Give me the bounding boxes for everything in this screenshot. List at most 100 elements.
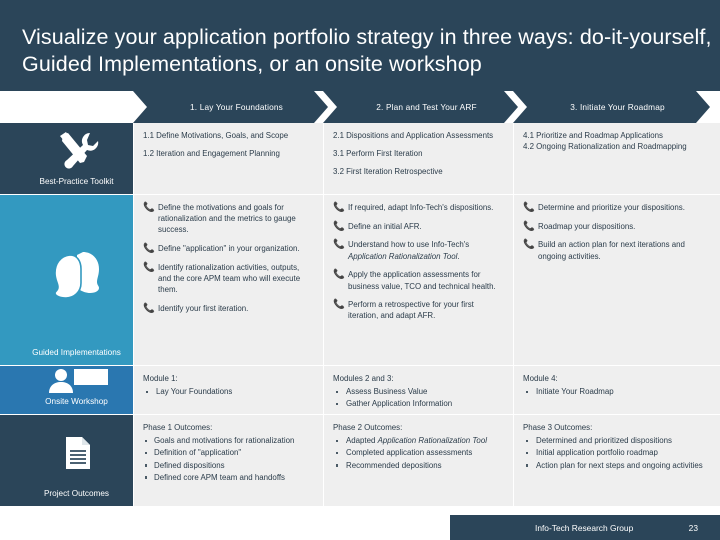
- outcome-heading: Phase 3 Outcomes:: [523, 423, 593, 432]
- module-heading: Modules 2 and 3:: [333, 374, 394, 383]
- toolkit-line: 2.1 Dispositions and Application Assessm…: [333, 131, 494, 140]
- tools-icon: [20, 123, 133, 177]
- list-item-emphasis: Application Rationalization Tool: [377, 436, 487, 446]
- list-item-emphasis: Application Rationalization Tool: [348, 251, 458, 261]
- toolkit-cell-phase3: 4.1 Prioritize and Roadmap Applications …: [514, 123, 720, 194]
- phase-chevron-2[interactable]: 2. Plan and Test Your ARF: [323, 91, 518, 123]
- phone-icon: 📞: [523, 220, 535, 232]
- list-item: Recommended depositions: [333, 460, 504, 471]
- list-item: Defined core APM team and handoffs: [143, 472, 314, 483]
- phone-icon: 📞: [333, 202, 345, 213]
- footer-company-name: Info-Tech Research Group: [535, 522, 634, 533]
- toolkit-line: 4.1 Prioritize and Roadmap Applications: [523, 131, 663, 140]
- list-item: Determined and prioritized dispositions: [523, 435, 711, 446]
- sidebar-item-label-guided: Guided Implementations: [32, 348, 121, 357]
- phone-icon: 📞: [523, 202, 535, 213]
- list-item-text: Define "application" in your organizatio…: [158, 244, 300, 254]
- presenter-whiteboard-icon: [20, 366, 133, 397]
- list-item-text: Define the motivations and goals for rat…: [158, 203, 296, 235]
- phone-icon: 📞: [143, 261, 155, 273]
- guided-cell-phase2: 📞 If required, adapt Info-Tech's disposit…: [324, 195, 513, 365]
- list-item-text: Identify rationalization activities, out…: [158, 262, 301, 295]
- list-item: Action plan for next steps and ongoing a…: [523, 460, 711, 471]
- phase-chevron-1[interactable]: 1. Lay Your Foundations: [133, 91, 328, 123]
- list-item-text: Apply the application assessments for bu…: [348, 270, 496, 291]
- sidebar-item-project-outcomes[interactable]: Project Outcomes: [20, 415, 133, 506]
- sidebar-strip-outcomes: [0, 415, 20, 506]
- sidebar-strip-guided: [0, 195, 20, 365]
- sidebar-item-best-practice-toolkit[interactable]: Best-Practice Toolkit: [20, 123, 133, 194]
- outcome-list: Goals and motivations for rationalizatio…: [143, 435, 314, 483]
- list-item-text: Determine and prioritize your dispositio…: [538, 203, 685, 212]
- list-item: Lay Your Foundations: [143, 386, 314, 397]
- list-item: 📞 Identify rationalization activities, ou…: [143, 262, 314, 296]
- slide-footer: Info-Tech Research Group 23: [450, 515, 720, 540]
- sidebar-strip-workshop: [0, 366, 20, 414]
- sidebar-item-onsite-workshop[interactable]: Onsite Workshop: [20, 366, 133, 414]
- workshop-cell-phase3: Module 4: Initiate Your Roadmap: [514, 366, 720, 414]
- footer-page-number: 23: [688, 522, 698, 533]
- list-item-text: Understand how to use Info-Tech's: [348, 240, 470, 250]
- module-list: Initiate Your Roadmap: [523, 386, 711, 397]
- phase-chevron-2-label: 2. Plan and Test Your ARF: [376, 102, 477, 112]
- list-item-text-tail: .: [457, 251, 460, 261]
- list-item: Adapted Application Rationalization Tool: [333, 435, 504, 446]
- list-item-text: Define an initial AFR.: [348, 221, 422, 231]
- toolkit-line: 1.2 Iteration and Engagement Planning: [143, 149, 280, 159]
- phone-icon: 📞: [143, 302, 155, 314]
- list-item: Initial application portfolio roadmap: [523, 447, 711, 458]
- workshop-cell-phase1: Module 1: Lay Your Foundations: [134, 366, 323, 414]
- workshop-cell-phase2: Modules 2 and 3: Assess Business Value G…: [324, 366, 513, 414]
- phase-chevron-1-label: 1. Lay Your Foundations: [190, 102, 283, 112]
- phone-icon: 📞: [333, 269, 345, 281]
- list-item: 📞 Define the motivations and goals for ra…: [143, 202, 314, 236]
- toolkit-line: 3.2 First Iteration Retrospective: [333, 167, 443, 177]
- slide: Visualize your application portfolio str…: [0, 0, 720, 540]
- sidebar-item-guided-implementations[interactable]: Guided Implementations: [20, 195, 133, 365]
- phase-matrix: Best-Practice Toolkit Guided Implementat…: [0, 123, 720, 506]
- phone-icon: 📞: [523, 239, 535, 251]
- list-item: 📞 Determine and prioritize your dispositi…: [523, 202, 711, 213]
- outcomes-cell-phase3: Phase 3 Outcomes: Determined and priorit…: [514, 415, 720, 506]
- list-item: 📞 Perform a retrospective for your first …: [333, 299, 504, 321]
- list-item: 📞 Apply the application assessments for b…: [333, 269, 504, 291]
- list-item: 📞 Build an action plan for next iteration…: [523, 239, 711, 261]
- sidebar-item-label-workshop: Onsite Workshop: [45, 397, 108, 406]
- outcome-heading: Phase 1 Outcomes:: [143, 423, 213, 432]
- list-item-text: Roadmap your dispositions.: [538, 221, 636, 231]
- phone-icon: 📞: [333, 220, 345, 232]
- list-item: 📞 Define an initial AFR.: [333, 221, 504, 232]
- phone-icon: 📞: [143, 243, 155, 255]
- page-title: Visualize your application portfolio str…: [22, 25, 712, 76]
- list-item: 📞 Understand how to use Info-Tech's Appli…: [333, 239, 504, 261]
- toolkit-line: 3.1 Perform First Iteration: [333, 149, 423, 159]
- sidebar-strip-toolkit: [0, 123, 20, 194]
- guided-cell-phase1: 📞 Define the motivations and goals for ra…: [134, 195, 323, 365]
- phase-chevron-3[interactable]: 3. Initiate Your Roadmap: [513, 91, 710, 123]
- list-item-text: Identify your first iteration.: [158, 303, 249, 313]
- list-item: Completed application assessments: [333, 447, 504, 458]
- toolkit-line: 4.2 Ongoing Rationalization and Roadmapp…: [523, 142, 687, 152]
- outcome-heading: Phase 2 Outcomes:: [333, 423, 403, 432]
- list-item: Defined dispositions: [143, 460, 314, 471]
- list-item-text: If required, adapt Info-Tech's dispositi…: [348, 203, 494, 212]
- guided-cell-phase3: 📞 Determine and prioritize your dispositi…: [514, 195, 720, 365]
- outcome-list: Determined and prioritized dispositions …: [523, 435, 711, 471]
- phone-icon: 📞: [143, 202, 155, 213]
- list-item-text: Adapted: [346, 436, 378, 446]
- phase-chevron-3-label: 3. Initiate Your Roadmap: [570, 102, 665, 112]
- sidebar-item-label-outcomes: Project Outcomes: [43, 489, 110, 498]
- list-item-text: Build an action plan for next iterations…: [538, 240, 685, 261]
- guided-list: 📞 Determine and prioritize your dispositi…: [523, 202, 711, 262]
- toolkit-line: 1.1 Define Motivations, Goals, and Scope: [143, 131, 289, 140]
- sidebar-column: Best-Practice Toolkit Guided Implementat…: [0, 123, 133, 506]
- outcome-list: Adapted Application Rationalization Tool…: [333, 435, 504, 471]
- sidebar-item-label-toolkit: Best-Practice Toolkit: [39, 177, 114, 186]
- list-item: Initiate Your Roadmap: [523, 386, 711, 397]
- outcomes-cell-phase2: Phase 2 Outcomes: Adapted Application Ra…: [324, 415, 513, 506]
- phone-icon: 📞: [333, 239, 345, 251]
- list-item: 📞 Define "application" in your organizati…: [143, 243, 314, 254]
- list-item: Goals and motivations for rationalizatio…: [143, 435, 314, 446]
- list-item: 📞 Roadmap your dispositions.: [523, 221, 711, 232]
- module-list: Assess Business Value Gather Application…: [333, 386, 504, 409]
